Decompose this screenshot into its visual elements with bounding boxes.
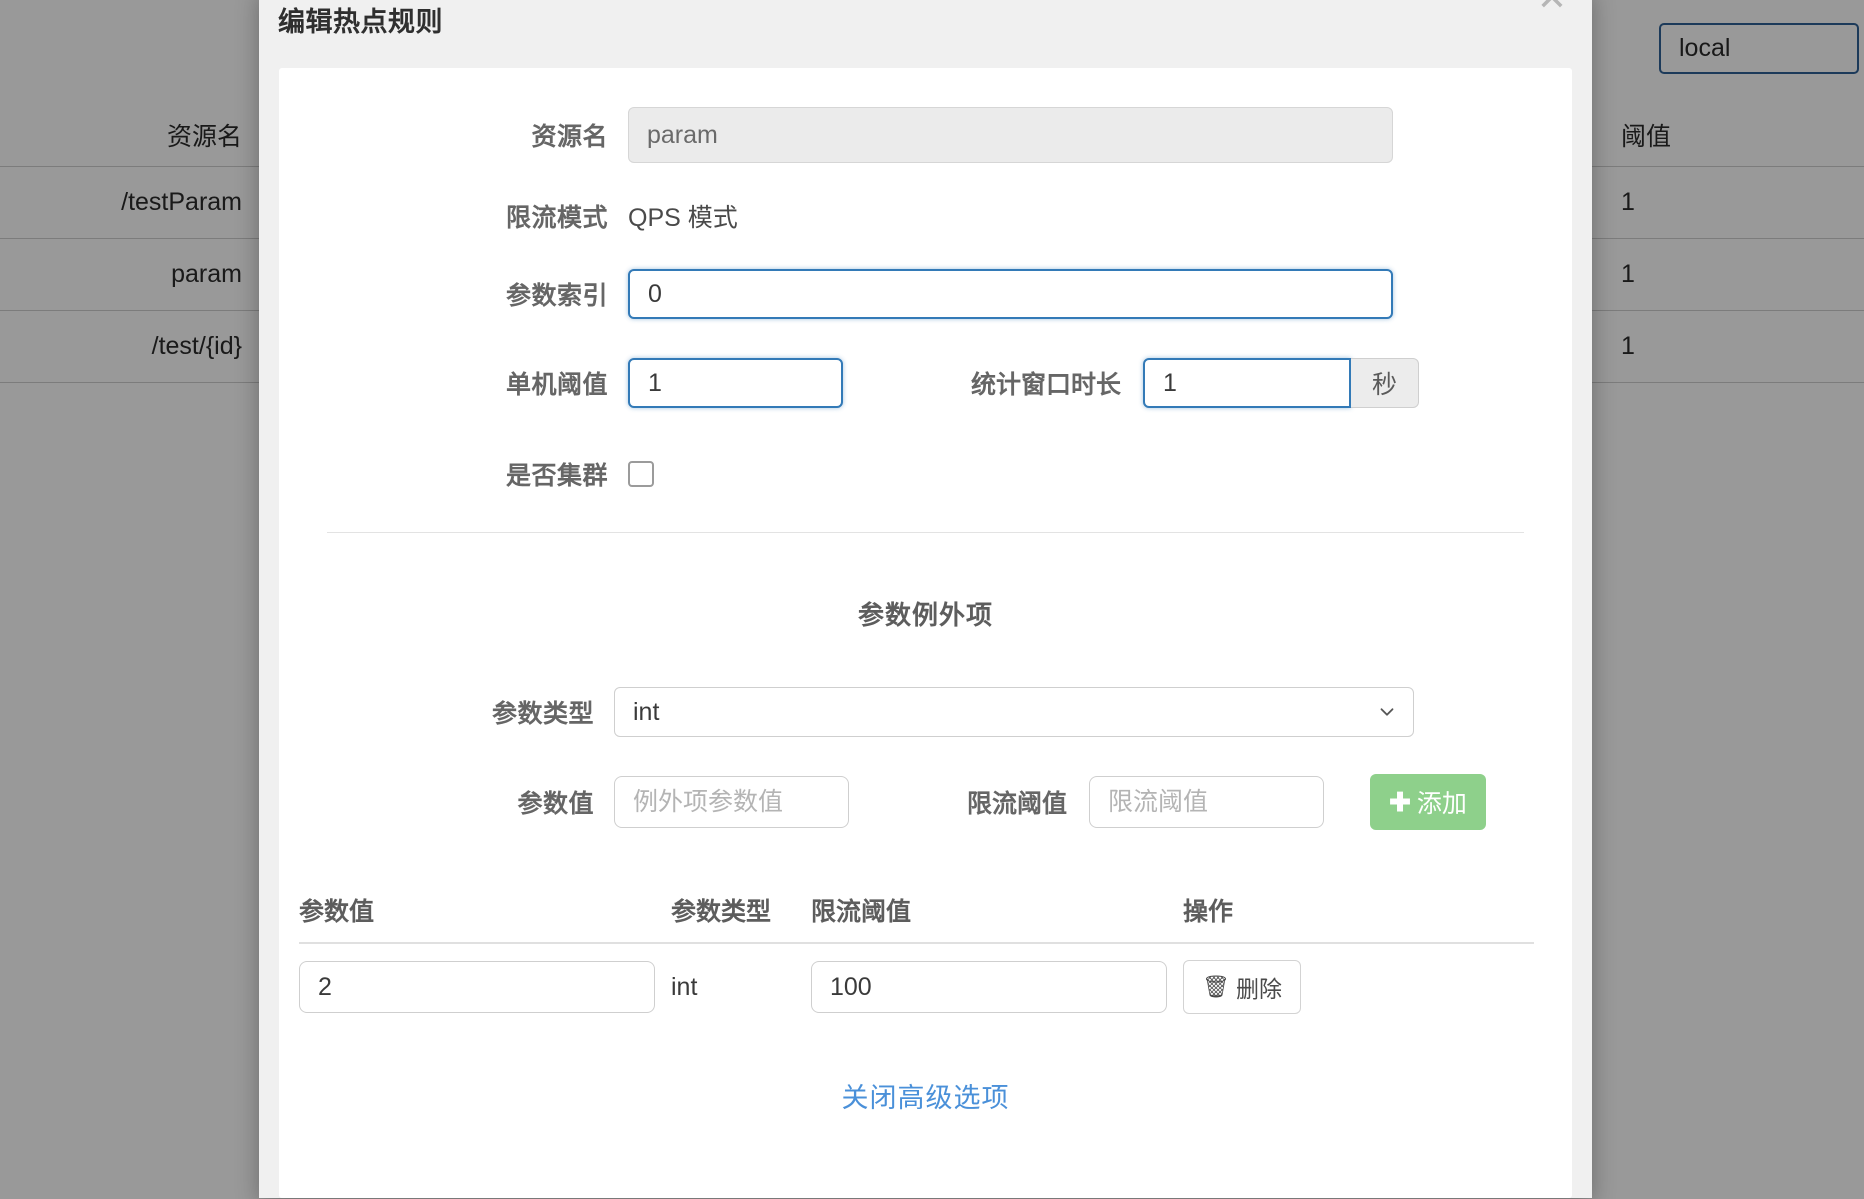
param-index-input[interactable] xyxy=(628,269,1393,319)
close-icon[interactable]: ✕ xyxy=(1532,0,1572,20)
exceptions-section-title: 参数例外项 xyxy=(279,533,1572,642)
param-type-select[interactable]: int xyxy=(614,687,1414,737)
screen: local 资源名 阈值 /testParam 1 param 1 /test/… xyxy=(0,0,1864,1199)
plus-icon: ✚ xyxy=(1389,789,1411,815)
label-single-threshold: 单机阈值 xyxy=(279,365,628,401)
cell-operations: 🗑 删除 xyxy=(1183,960,1423,1014)
window-duration-input[interactable] xyxy=(1143,358,1351,408)
delete-button-label: 删除 xyxy=(1236,970,1282,1004)
delete-exception-button[interactable]: 🗑 删除 xyxy=(1183,960,1301,1014)
field-row-exception-entry: 参数值 限流阈值 ✚ 添加 xyxy=(279,758,1572,846)
edit-hotspot-rule-dialog: 编辑热点规则 ✕ 资源名 限流模式 QPS 模式 参数索引 单机阈值 xyxy=(259,0,1592,1198)
add-button-label: 添加 xyxy=(1417,784,1467,820)
row-param-value-input[interactable] xyxy=(299,961,655,1013)
exceptions-table-header: 参数值 参数类型 限流阈值 操作 xyxy=(299,892,1534,944)
field-row-threshold-window: 单机阈值 统计窗口时长 秒 xyxy=(279,340,1572,426)
row-limit-threshold-input[interactable] xyxy=(811,961,1167,1013)
param-type-select-wrap[interactable]: int xyxy=(614,687,1414,737)
column-header-param-type: 参数类型 xyxy=(671,892,811,928)
dialog-header: 编辑热点规则 ✕ xyxy=(259,0,1592,66)
field-row-param-index: 参数索引 xyxy=(279,248,1572,340)
column-header-limit-threshold: 限流阈值 xyxy=(811,892,1183,928)
trash-icon: 🗑 xyxy=(1202,974,1230,1000)
cell-limit-threshold xyxy=(811,961,1183,1013)
add-exception-button[interactable]: ✚ 添加 xyxy=(1370,774,1486,830)
single-threshold-input[interactable] xyxy=(628,358,843,408)
resource-name-input xyxy=(628,107,1393,163)
field-row-resource-name: 资源名 xyxy=(279,86,1572,184)
flow-mode-value: QPS 模式 xyxy=(628,198,738,234)
window-duration-group: 秒 xyxy=(1143,358,1419,408)
field-row-param-type: 参数类型 int xyxy=(279,666,1572,758)
exceptions-table: 参数值 参数类型 限流阈值 操作 int 🗑 xyxy=(299,892,1534,1030)
cell-param-type: int xyxy=(671,973,811,1002)
column-header-operations: 操作 xyxy=(1183,892,1423,928)
label-param-value: 参数值 xyxy=(279,784,614,820)
cell-param-value xyxy=(299,961,671,1013)
label-window-duration: 统计窗口时长 xyxy=(843,365,1143,401)
label-param-index: 参数索引 xyxy=(279,276,628,312)
toggle-advanced-options-link[interactable]: 关闭高级选项 xyxy=(279,1076,1572,1115)
limit-threshold-input[interactable] xyxy=(1089,776,1324,828)
param-value-input[interactable] xyxy=(614,776,849,828)
label-param-type: 参数类型 xyxy=(279,694,614,730)
dialog-title: 编辑热点规则 xyxy=(278,0,443,39)
window-unit-addon: 秒 xyxy=(1351,358,1419,408)
label-limit-threshold: 限流阈值 xyxy=(849,784,1089,820)
dialog-body: 资源名 限流模式 QPS 模式 参数索引 单机阈值 统计窗口时长 秒 xyxy=(279,68,1572,1198)
label-is-cluster: 是否集群 xyxy=(279,456,628,492)
table-row: int 🗑 删除 xyxy=(299,944,1534,1030)
field-row-flow-mode: 限流模式 QPS 模式 xyxy=(279,184,1572,248)
is-cluster-checkbox[interactable] xyxy=(628,461,654,487)
column-header-param-value: 参数值 xyxy=(299,892,671,928)
label-resource-name: 资源名 xyxy=(279,117,628,153)
field-row-is-cluster: 是否集群 xyxy=(279,426,1572,522)
label-flow-mode: 限流模式 xyxy=(279,198,628,234)
